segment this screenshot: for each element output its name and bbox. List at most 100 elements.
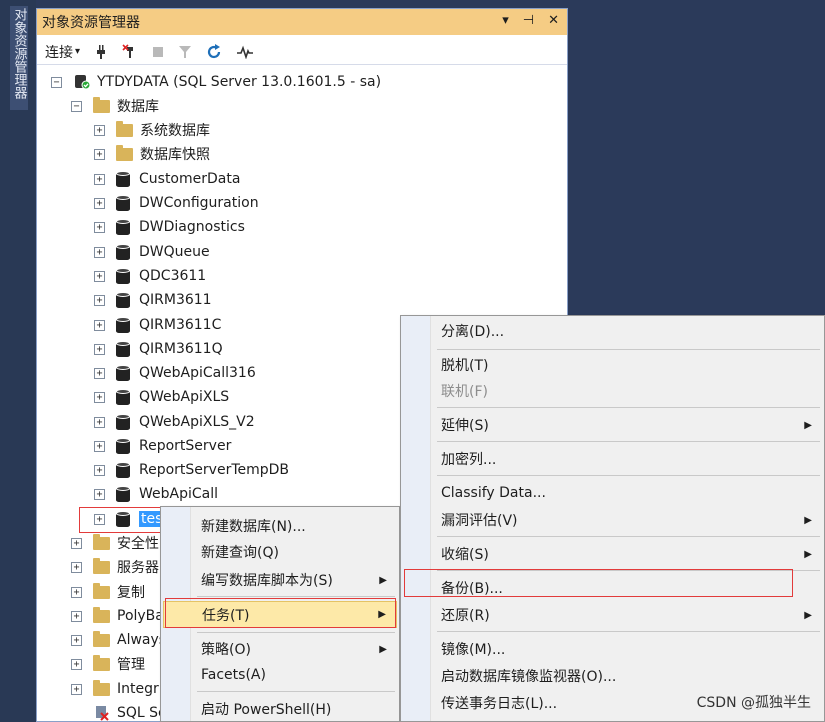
tree-node-database[interactable]: + QWebApiXLS [94, 386, 229, 408]
folder-icon [116, 120, 133, 137]
expand-icon[interactable]: + [71, 634, 82, 646]
menu-item-detach[interactable]: 分离(D)... [403, 319, 822, 343]
tree-node-database[interactable]: + QIRM3611Q [94, 338, 223, 360]
tree-node-database[interactable]: + QIRM3611C [94, 314, 221, 336]
tree-node-folder[interactable]: + Integr [71, 678, 159, 700]
menu-item-bring-online[interactable]: 联机(F) [403, 379, 822, 403]
menu-item-label: 还原(R) [441, 608, 490, 624]
database-icon [116, 291, 130, 309]
tree-node-database[interactable]: + QWebApiCall316 [94, 362, 256, 384]
auto-hide-pin-icon[interactable]: ⊣ [523, 13, 534, 28]
side-tab-strip: 对象资源管理器 [0, 0, 36, 722]
menu-item-shrink[interactable]: 收缩(S) ▶ [403, 542, 822, 566]
collapse-icon[interactable]: − [51, 76, 62, 88]
menu-item-label: 延伸(S) [441, 418, 489, 434]
menu-item-facets[interactable]: Facets(A) [163, 663, 397, 687]
expand-icon[interactable]: + [94, 173, 105, 185]
databases-folder-label: 数据库 [117, 99, 159, 115]
folder-icon [93, 582, 110, 599]
tree-node-snapshots[interactable]: + 数据库快照 [94, 143, 210, 165]
expand-icon[interactable]: + [94, 488, 105, 500]
tree-node-database[interactable]: + DWQueue [94, 241, 210, 263]
expand-icon[interactable]: + [71, 586, 82, 598]
tree-node-folder[interactable]: + 管理 [71, 653, 145, 675]
menu-item-policies[interactable]: 策略(O) ▶ [163, 637, 397, 661]
tree-node-database[interactable]: + WebApiCall [94, 483, 218, 505]
menu-item-classify-data[interactable]: Classify Data... [403, 481, 822, 505]
tree-node-database[interactable]: + DWDiagnostics [94, 216, 245, 238]
menu-item-stretch[interactable]: 延伸(S) ▶ [403, 413, 822, 437]
tree-node-server[interactable]: − YTDYDATA (SQL Server 13.0.1601.5 - sa) [51, 71, 381, 93]
database-icon [116, 243, 130, 261]
folder-label: 管理 [117, 657, 145, 673]
tree-node-database[interactable]: + QIRM3611 [94, 289, 212, 311]
expand-icon[interactable]: + [94, 148, 105, 160]
tree-node-database[interactable]: + CustomerData [94, 168, 240, 190]
menu-item-start-powershell[interactable]: 启动 PowerShell(H) [163, 697, 397, 721]
tree-node-database[interactable]: + QDC3611 [94, 265, 206, 287]
collapse-icon[interactable]: − [71, 100, 82, 112]
expand-icon[interactable]: + [94, 367, 105, 379]
tree-node-database[interactable]: + DWConfiguration [94, 192, 259, 214]
expand-icon[interactable]: + [94, 343, 105, 355]
menu-item-restore[interactable]: 还原(R) ▶ [403, 603, 822, 627]
expand-icon[interactable]: + [71, 537, 82, 549]
folder-icon [93, 630, 110, 647]
tree-node-folder[interactable]: + 安全性 [71, 532, 159, 554]
side-tab-object-explorer[interactable]: 对象资源管理器 [10, 6, 28, 110]
connect-button[interactable]: 连接 ▾ [45, 42, 80, 62]
tree-node-folder[interactable]: + Always [71, 629, 166, 651]
tree-node-system-databases[interactable]: + 系统数据库 [94, 119, 210, 141]
tree-node-database[interactable]: + ReportServerTempDB [94, 459, 289, 481]
menu-item-new-query[interactable]: 新建查询(Q) [163, 540, 397, 564]
expand-icon[interactable]: + [94, 391, 105, 403]
panel-title: 对象资源管理器 [42, 15, 140, 31]
expand-icon[interactable]: + [71, 683, 82, 695]
tree-node-folder[interactable]: + 服务器 [71, 556, 159, 578]
close-icon[interactable]: ✕ [548, 13, 559, 28]
expand-icon[interactable]: + [94, 440, 105, 452]
menu-item-script-database[interactable]: 编写数据库脚本为(S) ▶ [163, 568, 397, 592]
menu-item-label: 新建查询(Q) [201, 545, 279, 561]
connect-plug-icon[interactable] [94, 44, 108, 60]
expand-icon[interactable]: + [71, 658, 82, 670]
expand-icon[interactable]: + [71, 610, 82, 622]
tree-node-database[interactable]: + ReportServer [94, 435, 231, 457]
expand-icon[interactable]: + [94, 294, 105, 306]
folder-icon [93, 557, 110, 574]
menu-item-new-database[interactable]: 新建数据库(N)... [163, 514, 397, 538]
menu-item-take-offline[interactable]: 脱机(T) [403, 353, 822, 377]
stop-icon[interactable] [152, 46, 164, 58]
activity-monitor-icon[interactable] [236, 45, 254, 59]
filter-icon[interactable] [178, 45, 192, 59]
panel-titlebar[interactable]: 对象资源管理器 ▾ ⊣ ✕ [37, 9, 567, 35]
folder-icon [93, 606, 110, 623]
expand-icon[interactable]: + [94, 416, 105, 428]
folder-icon [116, 144, 133, 161]
menu-item-mirror[interactable]: 镜像(M)... [403, 637, 822, 661]
menu-item-vulnerability-assessment[interactable]: 漏洞评估(V) ▶ [403, 508, 822, 532]
expand-icon[interactable]: + [94, 270, 105, 282]
expand-icon[interactable]: + [94, 319, 105, 331]
expand-icon[interactable]: + [94, 246, 105, 258]
explorer-toolbar: 连接 ▾ [37, 39, 567, 65]
window-position-icon[interactable]: ▾ [502, 13, 509, 28]
tree-node-sql-agent[interactable]: SQL Se [93, 702, 167, 722]
tree-node-databases[interactable]: − 数据库 [71, 95, 159, 117]
tree-node-database[interactable]: + QWebApiXLS_V2 [94, 411, 255, 433]
menu-item-encrypt-columns[interactable]: 加密列... [403, 447, 822, 471]
tree-node-folder[interactable]: + 复制 [71, 581, 145, 603]
expand-icon[interactable]: + [94, 221, 105, 233]
expand-icon[interactable]: + [71, 561, 82, 573]
folder-label: PolyBa [117, 608, 164, 624]
tree-node-folder[interactable]: + PolyBa [71, 605, 164, 627]
menu-item-launch-mirroring-monitor[interactable]: 启动数据库镜像监视器(O)... [403, 664, 822, 688]
refresh-icon[interactable] [206, 43, 222, 60]
expand-icon[interactable]: + [94, 464, 105, 476]
menu-item-label: 联机(F) [441, 384, 488, 400]
expand-icon[interactable]: + [94, 197, 105, 209]
expand-icon[interactable]: + [94, 124, 105, 136]
snapshots-label: 数据库快照 [140, 147, 210, 163]
database-icon [116, 413, 130, 431]
disconnect-icon[interactable] [122, 43, 138, 60]
